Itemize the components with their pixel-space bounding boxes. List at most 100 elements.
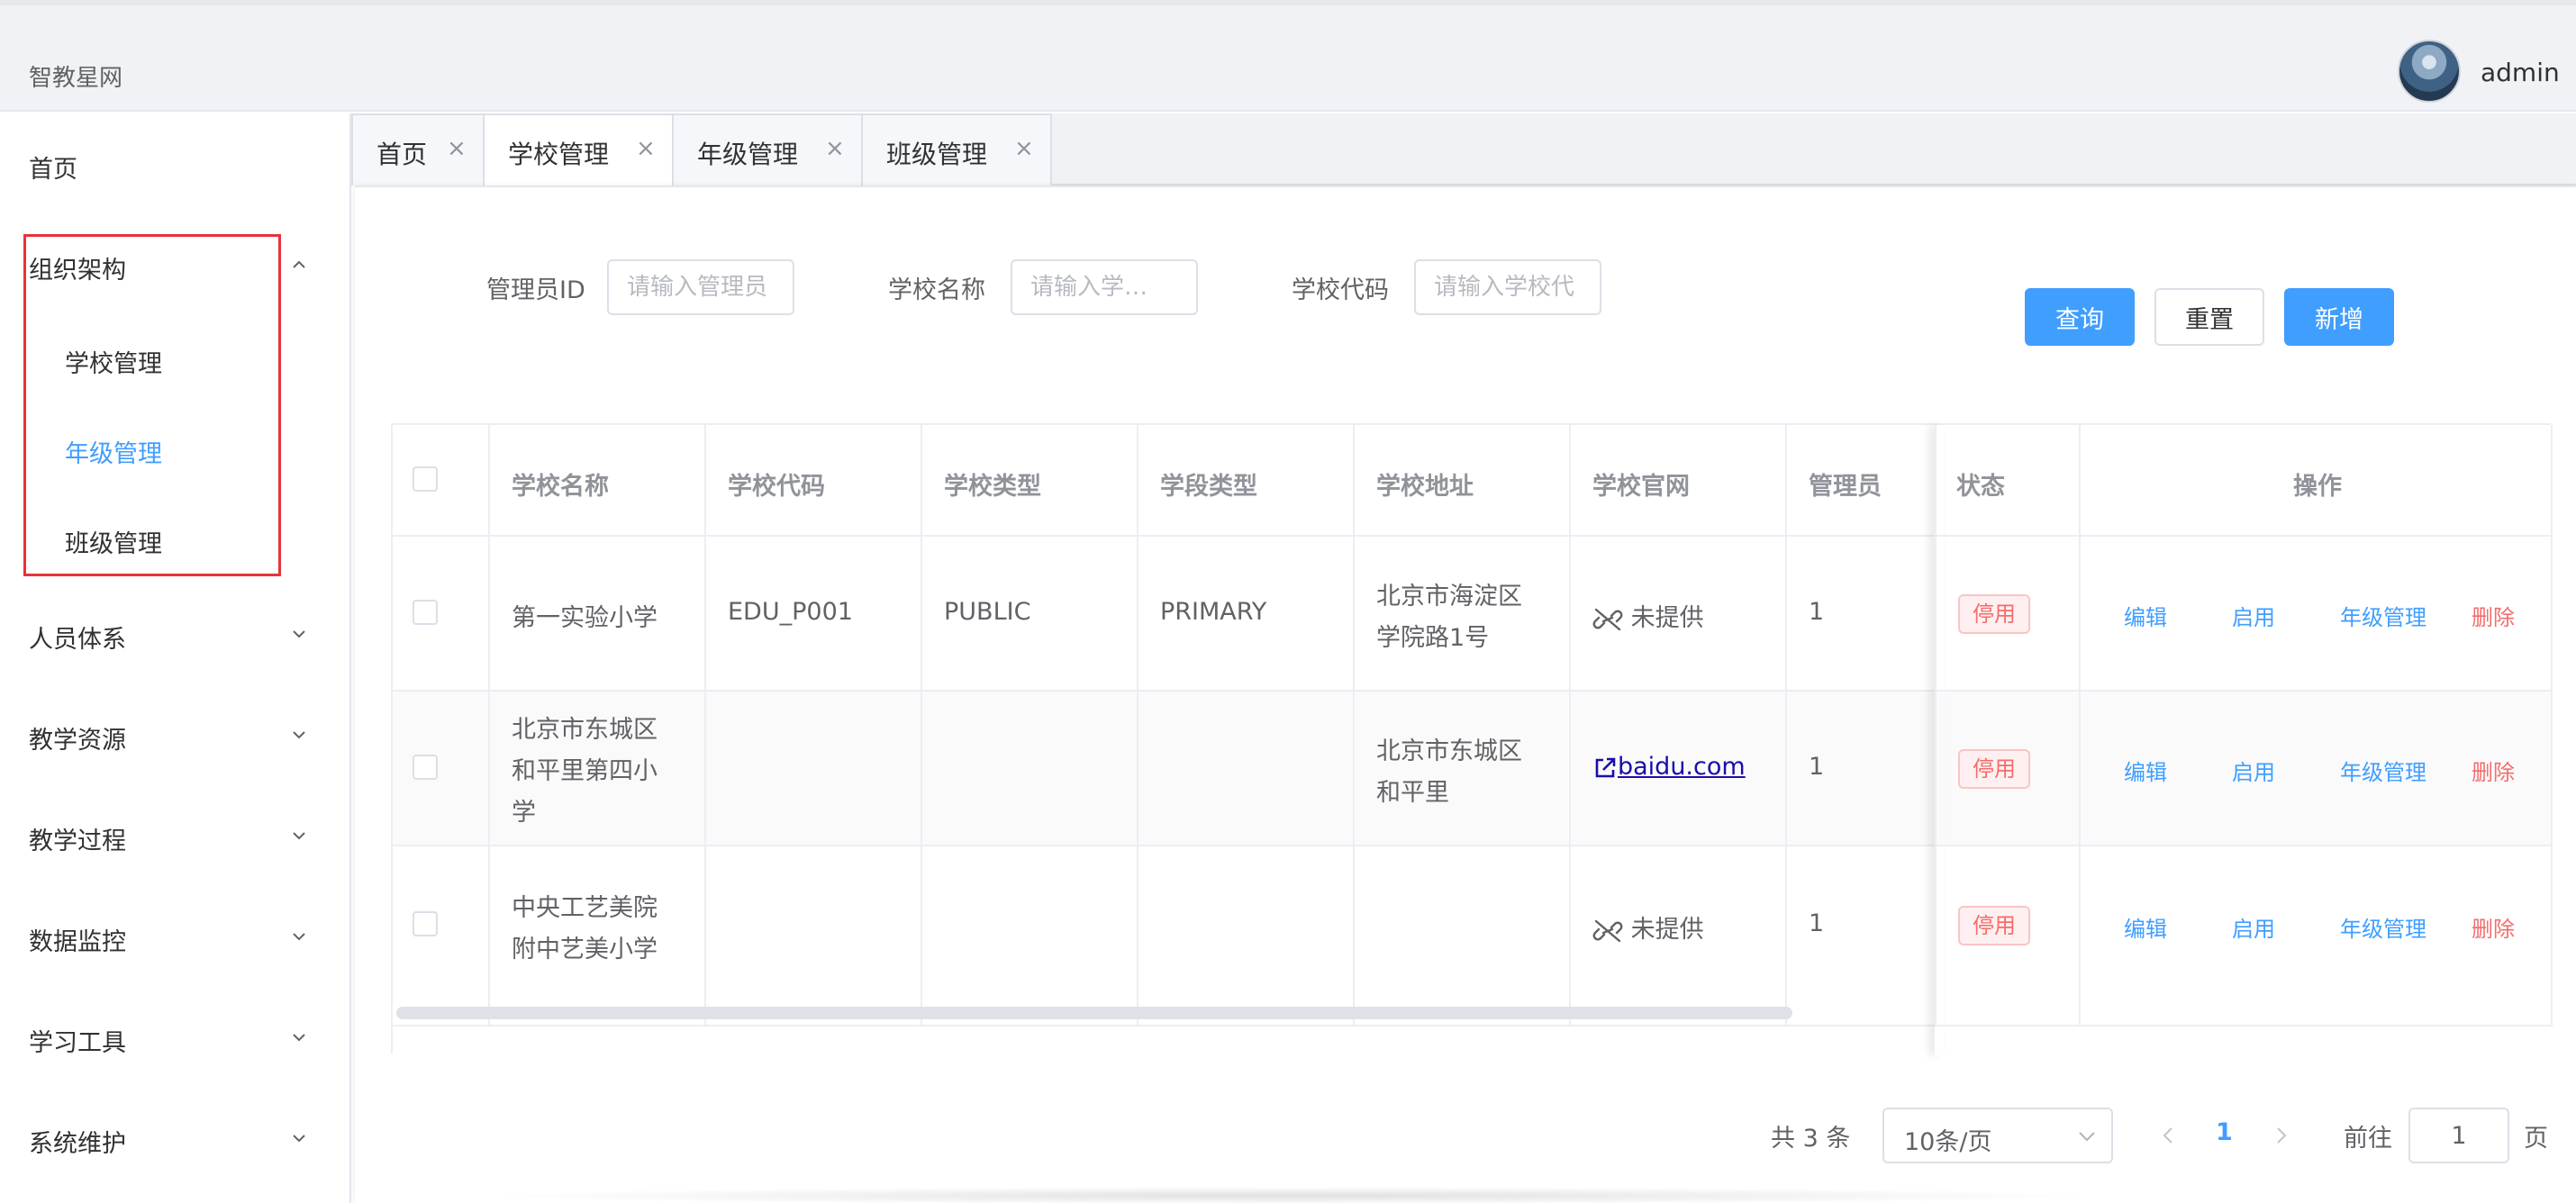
query-button[interactable]: 查询 (2025, 288, 2135, 346)
enable-button[interactable]: 启用 (2232, 911, 2275, 943)
table-cell: 1 (1787, 537, 1937, 692)
sidebar: 首页 组织架构 学校管理 年级管理 班级管理 人员体系 教学资源 教学过程 数据… (0, 113, 351, 1203)
unlink-icon (1592, 919, 1623, 942)
goto-page-input[interactable] (2408, 1108, 2509, 1163)
enable-button[interactable]: 启用 (2232, 755, 2275, 786)
status-badge: 停用 (1958, 749, 2030, 789)
website-text: 未提供 (1630, 916, 1704, 944)
sidebar-item-system-maintenance[interactable]: 系统维护 (0, 1102, 349, 1174)
sidebar-item-home[interactable]: 首页 (0, 128, 349, 200)
enable-button[interactable]: 启用 (2232, 600, 2275, 631)
table-cell: 停用 (1937, 846, 2081, 1027)
close-icon[interactable]: × (1014, 135, 1034, 162)
sidebar-item-grade-management[interactable]: 年级管理 (0, 412, 349, 484)
tab-home[interactable]: 首页 × (351, 113, 485, 185)
page-size-select[interactable]: 10条/页 (1882, 1108, 2113, 1163)
reset-button[interactable]: 重置 (2154, 288, 2264, 346)
website-none: 未提供 (1592, 909, 1704, 945)
school-name-line: 学 (512, 799, 536, 827)
admin-id-input[interactable] (607, 259, 794, 315)
table-header-cell: 学段类型 (1138, 425, 1355, 537)
row-checkbox[interactable] (413, 911, 438, 936)
table-cell (393, 537, 490, 692)
school-name-line: 中央工艺美院 (512, 894, 658, 922)
school-name-line: 和平里第四小 (512, 757, 658, 785)
chevron-down-icon (293, 630, 305, 638)
sidebar-item-organization[interactable]: 组织架构 (0, 229, 349, 301)
table-cell: 1 (1787, 692, 1937, 846)
column-header: 学校名称 (512, 473, 609, 501)
row-checkbox[interactable] (413, 600, 438, 625)
delete-button[interactable]: 删除 (2472, 755, 2515, 786)
edit-button[interactable]: 编辑 (2124, 600, 2167, 631)
table-cell (922, 692, 1138, 846)
total-count: 共 3 条 (1771, 1125, 1851, 1153)
sidebar-item-personnel[interactable]: 人员体系 (0, 598, 349, 670)
main-content: 管理员ID 学校名称 学校代码 查询 重置 新增 学校名称 学校代码 学校类型 … (355, 185, 2576, 1203)
delete-button[interactable]: 删除 (2472, 911, 2515, 943)
next-page-icon[interactable] (2268, 1122, 2295, 1149)
table-cell (1138, 692, 1355, 846)
table-cell: 停用 (1937, 692, 2081, 846)
edit-button[interactable]: 编辑 (2124, 911, 2167, 943)
current-page[interactable]: 1 (2216, 1118, 2233, 1146)
sidebar-item-teaching-process[interactable]: 教学过程 (0, 800, 349, 872)
school-code-input[interactable] (1414, 259, 1601, 315)
chevron-down-icon (293, 933, 305, 941)
row-checkbox[interactable] (413, 755, 438, 780)
sidebar-item-learning-tools[interactable]: 学习工具 (0, 1001, 349, 1073)
close-icon[interactable]: × (636, 135, 656, 162)
top-header: 智教星网 admin (0, 0, 2576, 112)
sidebar-item-label: 教学过程 (29, 828, 126, 855)
table-header-select (393, 425, 490, 537)
admin-cell: 1 (1809, 909, 1825, 937)
website-text: baidu.com (1618, 753, 1746, 781)
chevron-down-icon (293, 1034, 305, 1042)
table-cell: 编辑 启用 年级管理 删除 (2081, 692, 2553, 846)
page-suffix: 页 (2524, 1125, 2548, 1153)
column-header: 操作 (2293, 473, 2342, 501)
sidebar-item-class-management[interactable]: 班级管理 (0, 502, 349, 574)
table-header-cell: 学校类型 (922, 425, 1138, 537)
table-cell (1355, 846, 1571, 1027)
address-line: 北京市东城区 (1376, 737, 1522, 765)
username[interactable]: admin (2481, 58, 2560, 87)
website-link[interactable]: baidu.com (1592, 753, 1746, 781)
status-badge: 停用 (1958, 594, 2030, 634)
delete-button[interactable]: 删除 (2472, 600, 2515, 631)
chevron-down-icon (293, 1135, 305, 1143)
sidebar-item-school-management[interactable]: 学校管理 (0, 322, 349, 394)
tab-school-management[interactable]: 学校管理 × (483, 113, 674, 187)
stage-type-cell: PRIMARY (1160, 598, 1267, 626)
column-header: 学校地址 (1376, 473, 1474, 501)
grade-management-button[interactable]: 年级管理 (2340, 911, 2426, 943)
grade-management-button[interactable]: 年级管理 (2340, 600, 2426, 631)
school-name-input[interactable] (1011, 259, 1198, 315)
grade-management-button[interactable]: 年级管理 (2340, 755, 2426, 786)
column-header: 状态 (1956, 473, 2005, 501)
column-header: 学段类型 (1160, 473, 1257, 501)
external-link-icon (1595, 757, 1616, 777)
horizontal-scrollbar[interactable] (396, 1007, 1792, 1019)
add-button[interactable]: 新增 (2284, 288, 2394, 346)
close-icon[interactable]: × (447, 135, 467, 162)
table-cell (1138, 846, 1355, 1027)
sidebar-item-label: 教学资源 (29, 727, 126, 755)
sidebar-item-teaching-resources[interactable]: 教学资源 (0, 699, 349, 771)
tab-grade-management[interactable]: 年级管理 × (672, 113, 863, 185)
edit-button[interactable]: 编辑 (2124, 755, 2167, 786)
select-all-checkbox[interactable] (413, 466, 438, 492)
school-name-line: 附中艺美小学 (512, 936, 658, 963)
sidebar-item-data-monitor[interactable]: 数据监控 (0, 900, 349, 972)
close-icon[interactable]: × (825, 135, 845, 162)
status-badge: 停用 (1958, 906, 2030, 945)
table-cell: EDU_P001 (706, 537, 922, 692)
website-text: 未提供 (1630, 604, 1704, 632)
tab-class-management[interactable]: 班级管理 × (861, 113, 1052, 185)
table-header-cell: 学校地址 (1355, 425, 1571, 537)
table-cell: 编辑 启用 年级管理 删除 (2081, 846, 2553, 1027)
user-avatar[interactable] (2398, 40, 2461, 103)
tab-label: 首页 (376, 140, 428, 169)
table-header-cell: 状态 (1937, 425, 2081, 537)
prev-page-icon[interactable] (2154, 1122, 2181, 1149)
